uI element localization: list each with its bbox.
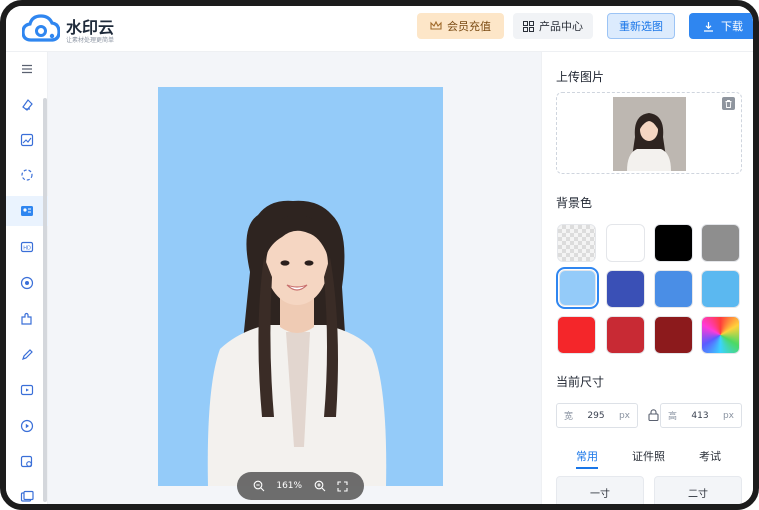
circle-photo-icon[interactable] [6,268,48,298]
swatch-dark-red[interactable] [654,316,693,354]
reselect-image-button[interactable]: 重新选图 [607,13,675,39]
sidebar-scrollbar[interactable] [43,98,47,502]
menu-icon[interactable] [6,54,48,84]
lock-ratio-icon[interactable] [648,409,659,421]
vip-recharge-label: 会员充值 [447,20,491,33]
background-color-title: 背景色 [556,196,593,210]
swatch-transparent[interactable] [557,224,596,262]
swatch-blue[interactable] [654,270,693,308]
download-icon [704,21,713,32]
cutout-icon[interactable] [6,160,48,190]
height-unit: px [722,410,734,421]
svg-text:HD: HD [23,246,31,252]
height-field[interactable]: 高 413 px [660,403,742,428]
portrait-image [207,200,387,486]
vip-recharge-button[interactable]: 会员充值 [417,13,504,39]
tool-sidebar: HD [6,52,48,504]
uploaded-thumbnail [613,97,686,171]
swatch-black[interactable] [654,224,693,262]
logo[interactable]: 水印云 让素材处理更简单 [22,12,142,46]
cloud-logo-icon [22,14,60,42]
width-field[interactable]: 宽 295 px [556,403,638,428]
eraser-icon[interactable] [6,90,48,120]
swatch-red[interactable] [557,316,596,354]
preset-two-inch-button[interactable]: 二寸 [654,476,742,504]
zoom-level: 161% [276,481,303,491]
product-center-label: 产品中心 [539,20,583,33]
height-label: 高 [668,412,678,422]
tab-id-photo[interactable]: 证件照 [632,448,665,464]
swatch-light-blue[interactable] [556,267,599,309]
upload-title: 上传图片 [556,70,605,84]
current-size-title: 当前尺寸 [556,375,605,389]
upload-area[interactable] [556,92,742,174]
image-search-icon[interactable] [6,447,48,477]
active-tab-indicator [576,467,598,469]
swatch-crimson[interactable] [606,316,645,354]
width-unit: px [618,410,630,421]
settings-panel: 上传图片 背景色 当前尺寸 宽 295 px 高 413 px 常用 证件照 考… [541,52,753,504]
swatch-sky-blue[interactable] [701,270,740,308]
swatch-custom-color[interactable] [701,316,740,354]
grid-icon [523,20,534,32]
zoom-out-icon[interactable] [253,480,265,492]
swatch-gray[interactable] [701,224,740,262]
play-icon[interactable] [6,411,48,441]
id-photo-icon[interactable] [6,196,48,226]
editor-canvas: 161% [48,52,541,504]
zoom-toolbar: 161% [237,472,364,500]
width-value: 295 [587,410,605,421]
width-label: 宽 [564,412,574,422]
video-edit-icon[interactable] [6,375,48,405]
product-center-button[interactable]: 产品中心 [513,13,593,39]
size-tabs: 常用 证件照 考试 [556,448,742,469]
height-value: 413 [691,410,709,421]
hd-icon[interactable]: HD [6,232,48,262]
image-edit-icon[interactable] [6,125,48,155]
puzzle-icon[interactable] [6,304,48,334]
delete-image-icon[interactable] [722,97,735,110]
id-photo-preview [158,87,443,486]
swatch-dark-blue[interactable] [606,270,645,308]
gallery-icon[interactable] [6,482,48,504]
brand-slogan: 让素材处理更简单 [66,37,115,44]
top-bar: 水印云 让素材处理更简单 会员充值 产品中心 重新选图 下载 [6,6,753,52]
tab-common[interactable]: 常用 [576,448,598,464]
tab-exam[interactable]: 考试 [699,448,721,464]
download-button[interactable]: 下载 [689,13,753,39]
download-label: 下载 [721,20,743,33]
pen-icon[interactable] [6,340,48,370]
preset-one-inch-button[interactable]: 一寸 [556,476,644,504]
reselect-image-label: 重新选图 [619,20,663,33]
fullscreen-icon[interactable] [337,480,348,492]
swatch-white[interactable] [606,224,645,262]
zoom-in-icon[interactable] [314,480,326,492]
crown-icon [430,21,442,30]
